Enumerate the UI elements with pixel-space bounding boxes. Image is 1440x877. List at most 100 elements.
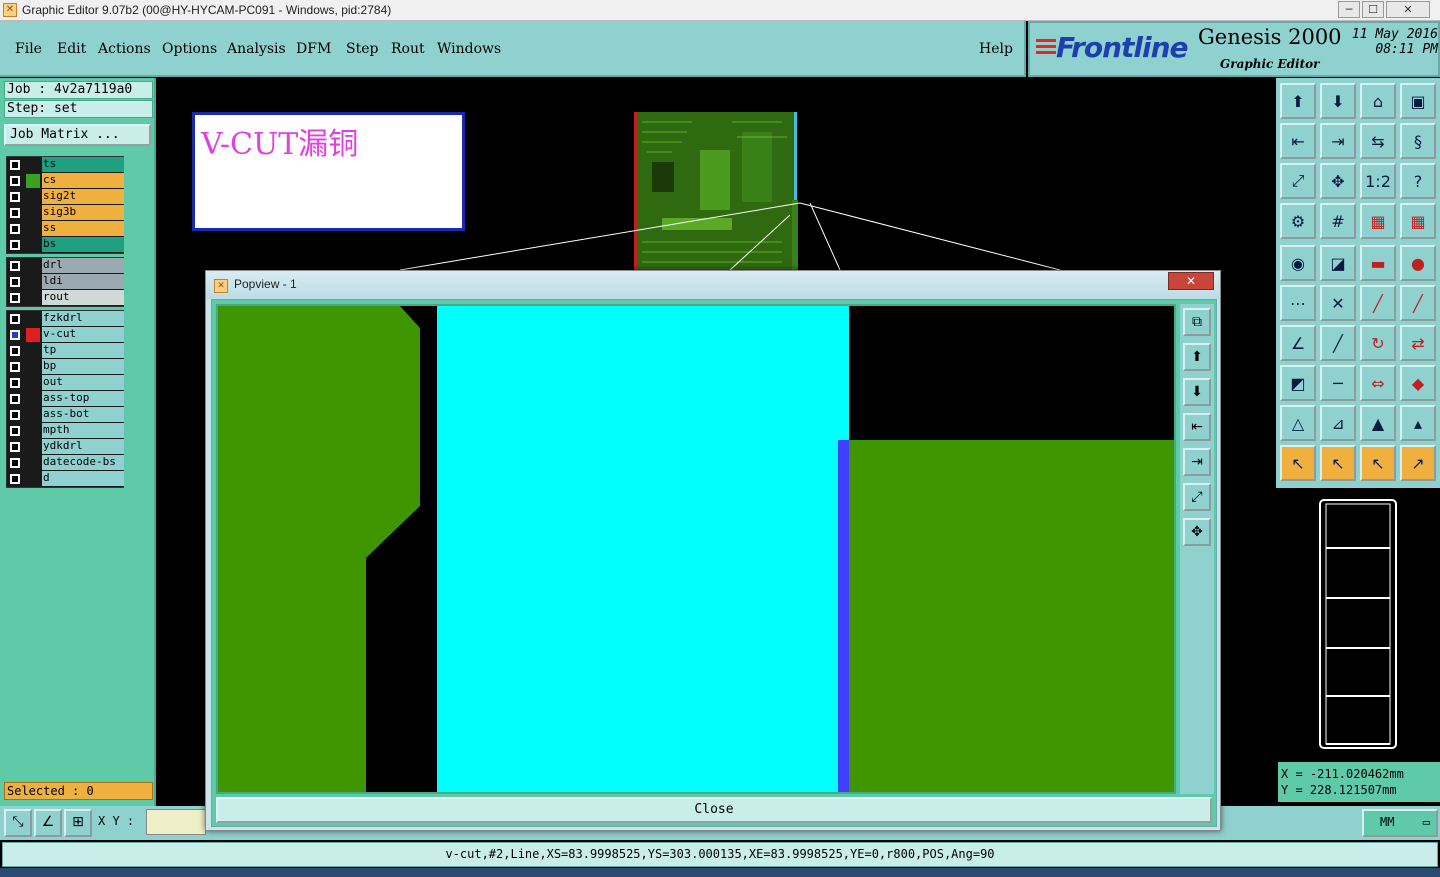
point-icon[interactable]: ● [1400, 245, 1436, 281]
layer-row-out[interactable]: out [7, 375, 124, 391]
layer-row-datecode-bs[interactable]: datecode-bs [7, 455, 124, 471]
layer-checkbox[interactable] [10, 362, 20, 372]
popview-close-button[interactable]: Close [216, 797, 1212, 823]
pan-icon[interactable]: ✥ [1320, 163, 1356, 199]
layer-checkbox[interactable] [10, 442, 20, 452]
menu-analysis[interactable]: Analysis [227, 41, 286, 57]
grid-snap-icon[interactable]: ⊞ [64, 809, 92, 837]
layer-row-ts[interactable]: ts [7, 157, 124, 173]
zoom-out-icon[interactable]: ⤢ [1280, 163, 1316, 199]
layer-row-cs[interactable]: cs [7, 173, 124, 189]
layer-checkbox[interactable] [10, 176, 20, 186]
layer-down-icon[interactable]: ⬇ [1320, 83, 1356, 119]
menu-rout[interactable]: Rout [391, 41, 425, 57]
menu-step[interactable]: Step [346, 41, 378, 57]
layer-checkbox[interactable] [10, 240, 20, 250]
job-matrix-button[interactable]: Job Matrix ... [4, 124, 151, 146]
layer-row-ass-top[interactable]: ass-top [7, 391, 124, 407]
popview-zoom-icon[interactable]: ⤢ [1183, 483, 1211, 511]
layer-checkbox[interactable] [10, 410, 20, 420]
layers-red-icon[interactable]: ▦ [1360, 203, 1396, 239]
slash-icon[interactable]: ╱ [1320, 325, 1356, 361]
menu-actions[interactable]: Actions [98, 41, 151, 57]
minus-icon[interactable]: ─ [1320, 365, 1356, 401]
layer-checkbox[interactable] [10, 192, 20, 202]
grid-icon[interactable]: # [1320, 203, 1356, 239]
popview-up-icon[interactable]: ⬆ [1183, 343, 1211, 371]
pointer-box-icon[interactable]: ↖ [1320, 445, 1356, 481]
layer-checkbox[interactable] [10, 293, 20, 303]
layer-row-ldi[interactable]: ldi [7, 274, 124, 290]
flip-icon[interactable]: ⇄ [1400, 325, 1436, 361]
layer-checkbox[interactable] [10, 346, 20, 356]
popview-right-icon[interactable]: ⇥ [1183, 448, 1211, 476]
triangle-3-icon[interactable]: ▲ [1360, 405, 1396, 441]
layer-checkbox[interactable] [10, 394, 20, 404]
rotate-icon[interactable]: ↻ [1360, 325, 1396, 361]
popview-close-x[interactable]: ✕ [1168, 272, 1214, 290]
layer-checkbox[interactable] [10, 277, 20, 287]
layer-row-ass-bot[interactable]: ass-bot [7, 407, 124, 423]
layer-row-tp[interactable]: tp [7, 343, 124, 359]
select-red-icon[interactable]: ◪ [1320, 245, 1356, 281]
window-icon[interactable]: ▣ [1400, 83, 1436, 119]
move-left-icon[interactable]: ⇤ [1280, 123, 1316, 159]
minimize-button[interactable]: ─ [1338, 1, 1360, 18]
layer-checkbox[interactable] [10, 426, 20, 436]
menu-windows[interactable]: Windows [437, 41, 501, 57]
layer-checkbox[interactable] [10, 224, 20, 234]
layer-row-bs[interactable]: bs [7, 237, 124, 253]
popview-pan-icon[interactable]: ✥ [1183, 518, 1211, 546]
pointer-icon[interactable]: ↖ [1280, 445, 1316, 481]
menu-file[interactable]: File [15, 41, 42, 57]
line-red-icon[interactable]: ╱ [1360, 285, 1396, 321]
layer-row-ydkdrl[interactable]: ydkdrl [7, 439, 124, 455]
layer-checkbox[interactable] [10, 314, 20, 324]
snap-center-icon[interactable]: ◉ [1280, 245, 1316, 281]
pointer-route-icon[interactable]: ↗ [1400, 445, 1436, 481]
layer-row-v-cut[interactable]: v-cut [7, 327, 124, 343]
snake-icon[interactable]: § [1400, 123, 1436, 159]
mirror-icon[interactable]: ⇆ [1360, 123, 1396, 159]
layer-row-ss[interactable]: ss [7, 221, 124, 237]
home-icon[interactable]: ⌂ [1360, 83, 1396, 119]
layer-checkbox[interactable] [10, 330, 20, 340]
triangle-icon[interactable]: △ [1280, 405, 1316, 441]
shapes-icon[interactable]: ◆ [1400, 365, 1436, 401]
layer-row-bp[interactable]: bp [7, 359, 124, 375]
menu-options[interactable]: Options [162, 41, 217, 57]
popview-restore-icon[interactable]: ⧉ [1183, 308, 1211, 336]
layer-row-mpth[interactable]: mpth [7, 423, 124, 439]
layer-checkbox[interactable] [10, 208, 20, 218]
layer-row-sig3b[interactable]: sig3b [7, 205, 124, 221]
popview-down-icon[interactable]: ⬇ [1183, 378, 1211, 406]
scale-1-2-icon[interactable]: 1:2 [1360, 163, 1396, 199]
units-selector[interactable]: MM ▭ [1362, 809, 1438, 837]
layer-checkbox[interactable] [10, 378, 20, 388]
layers-red-2-icon[interactable]: ▦ [1400, 203, 1436, 239]
layer-row-fzkdrl[interactable]: fzkdrl [7, 311, 124, 327]
layer-checkbox[interactable] [10, 458, 20, 468]
add-pad-icon[interactable]: ◩ [1280, 365, 1316, 401]
triangle-2-icon[interactable]: ⊿ [1320, 405, 1356, 441]
menu-help[interactable]: Help [979, 41, 1013, 57]
move-right-icon[interactable]: ⇥ [1320, 123, 1356, 159]
menu-edit[interactable]: Edit [57, 41, 86, 57]
popview-canvas[interactable] [216, 304, 1176, 794]
xy-input[interactable] [146, 809, 206, 835]
triangle-4-icon[interactable]: ▴ [1400, 405, 1436, 441]
measure-icon[interactable]: ∠ [34, 809, 62, 837]
zoom-fit-icon[interactable]: ⤡ [4, 809, 32, 837]
cross-icon[interactable]: ✕ [1320, 285, 1356, 321]
layer-row-sig2t[interactable]: sig2t [7, 189, 124, 205]
pointer-circle-icon[interactable]: ↖ [1360, 445, 1396, 481]
angle-icon[interactable]: ∠ [1280, 325, 1316, 361]
connect-icon[interactable]: ⋯ [1280, 285, 1316, 321]
tools-icon[interactable]: ⚙ [1280, 203, 1316, 239]
layer-row-rout[interactable]: rout [7, 290, 124, 306]
layer-row-d[interactable]: d [7, 471, 124, 487]
layer-row-drl[interactable]: drl [7, 258, 124, 274]
measure-icon[interactable]: ⇔ [1360, 365, 1396, 401]
help-icon[interactable]: ? [1400, 163, 1436, 199]
layer-up-icon[interactable]: ⬆ [1280, 83, 1316, 119]
